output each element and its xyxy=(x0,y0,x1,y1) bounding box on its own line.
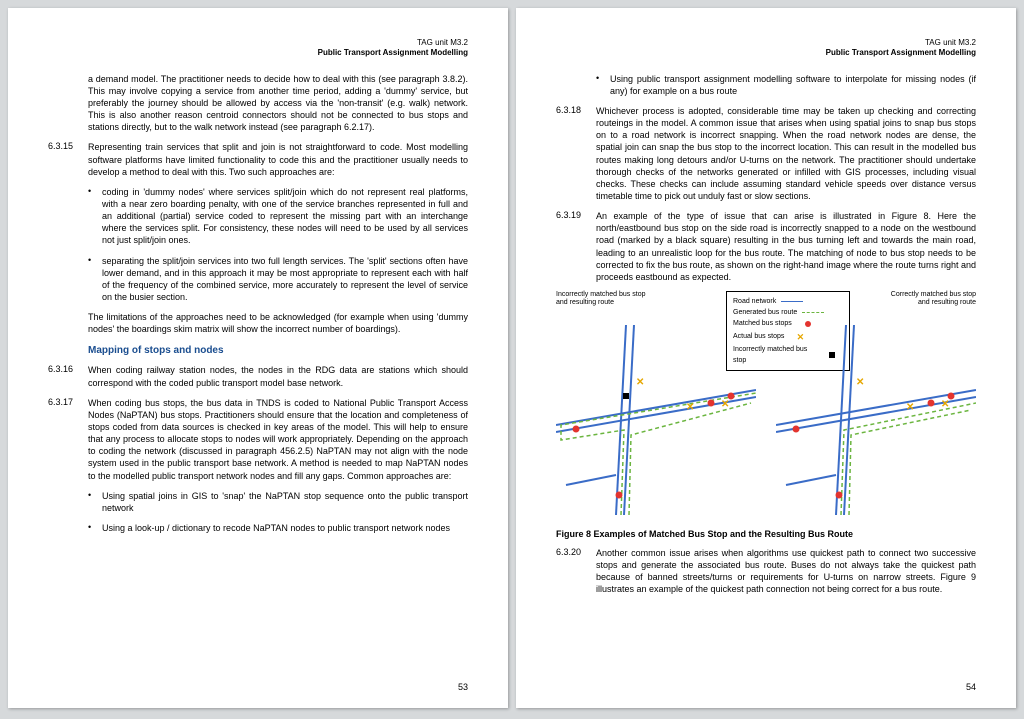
para-num: 6.3.18 xyxy=(556,105,596,202)
bullet-icon: • xyxy=(596,73,610,97)
diagram-correct: ✕ ✕ ✕ xyxy=(776,325,976,515)
page-53: TAG unit M3.2 Public Transport Assignmen… xyxy=(8,8,508,708)
para-text: An example of the type of issue that can… xyxy=(596,210,976,283)
bullet-icon: • xyxy=(88,255,102,304)
diagram-incorrect: ✕ ✕ ✕ xyxy=(556,325,756,515)
svg-text:✕: ✕ xyxy=(721,399,729,410)
bullet-6315a: • coding in 'dummy nodes' where services… xyxy=(48,186,468,247)
legend-road: Road network xyxy=(733,296,843,307)
legend-generated: Generated bus route xyxy=(733,307,843,318)
bullet-icon: • xyxy=(88,490,102,514)
para-text: Another common issue arises when algorit… xyxy=(596,547,976,596)
bullet-text: Using a look-up / dictionary to recode N… xyxy=(102,522,468,534)
bullet-6317b: • Using a look-up / dictionary to recode… xyxy=(48,522,468,534)
para-text: Representing train services that split a… xyxy=(88,141,468,177)
para-num: 6.3.17 xyxy=(48,397,88,482)
bullet-icon: • xyxy=(88,186,102,247)
header-unit: TAG unit M3.2 xyxy=(556,38,976,48)
svg-text:✕: ✕ xyxy=(636,377,644,388)
bullet-text: coding in 'dummy nodes' where services s… xyxy=(102,186,468,247)
para-6318: 6.3.18 Whichever process is adopted, con… xyxy=(556,105,976,202)
header: TAG unit M3.2 Public Transport Assignmen… xyxy=(48,38,468,59)
para-text: Whichever process is adopted, considerab… xyxy=(596,105,976,202)
page-number: 54 xyxy=(966,682,976,692)
para-text: The limitations of the approaches need t… xyxy=(88,311,468,335)
header-title: Public Transport Assignment Modelling xyxy=(48,48,468,58)
para-6315: 6.3.15 Representing train services that … xyxy=(48,141,468,177)
section-heading: Mapping of stops and nodes xyxy=(88,345,468,356)
para-text: When coding bus stops, the bus data in T… xyxy=(88,397,468,482)
para-limitations: The limitations of the approaches need t… xyxy=(48,311,468,335)
para-intro-text: a demand model. The practitioner needs t… xyxy=(88,73,468,134)
figure-8: Incorrectly matched bus stop and resulti… xyxy=(556,291,976,521)
para-6316: 6.3.16 When coding railway station nodes… xyxy=(48,364,468,388)
para-intro: a demand model. The practitioner needs t… xyxy=(48,73,468,134)
para-num: 6.3.19 xyxy=(556,210,596,283)
bullet-6317c: • Using public transport assignment mode… xyxy=(556,73,976,97)
figure-label-incorrect: Incorrectly matched bus stop and resulti… xyxy=(556,291,646,308)
bullet-text: separating the split/join services into … xyxy=(102,255,468,304)
para-6319: 6.3.19 An example of the type of issue t… xyxy=(556,210,976,283)
page-54: TAG unit M3.2 Public Transport Assignmen… xyxy=(516,8,1016,708)
header-title: Public Transport Assignment Modelling xyxy=(556,48,976,58)
para-6320: 6.3.20 Another common issue arises when … xyxy=(556,547,976,596)
svg-text:✕: ✕ xyxy=(686,402,694,413)
para-text: When coding railway station nodes, the n… xyxy=(88,364,468,388)
svg-text:✕: ✕ xyxy=(906,402,914,413)
header-unit: TAG unit M3.2 xyxy=(48,38,468,48)
bullet-6315b: • separating the split/join services int… xyxy=(48,255,468,304)
line-solid-icon xyxy=(780,301,804,302)
line-dash-icon xyxy=(801,312,825,313)
bullet-icon: • xyxy=(88,522,102,534)
bullet-text: Using spatial joins in GIS to 'snap' the… xyxy=(102,490,468,514)
page-number: 53 xyxy=(458,682,468,692)
bullet-text: Using public transport assignment modell… xyxy=(610,73,976,97)
para-num: 6.3.15 xyxy=(48,141,88,177)
svg-text:✕: ✕ xyxy=(941,399,949,410)
figure-label-correct: Correctly matched bus stop and resulting… xyxy=(886,291,976,308)
para-num: 6.3.16 xyxy=(48,364,88,388)
para-6317: 6.3.17 When coding bus stops, the bus da… xyxy=(48,397,468,482)
header: TAG unit M3.2 Public Transport Assignmen… xyxy=(556,38,976,59)
bullet-6317a: • Using spatial joins in GIS to 'snap' t… xyxy=(48,490,468,514)
svg-text:✕: ✕ xyxy=(856,377,864,388)
para-num: 6.3.20 xyxy=(556,547,596,596)
figure-caption: Figure 8 Examples of Matched Bus Stop an… xyxy=(556,529,976,539)
